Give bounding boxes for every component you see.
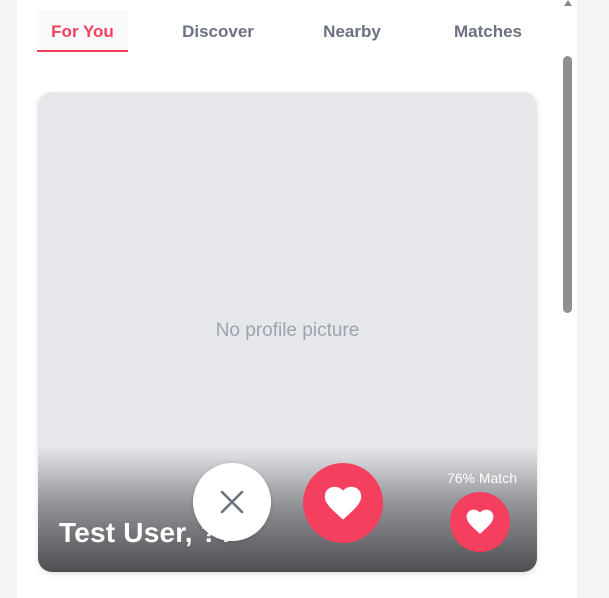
scrollbar-thumb[interactable]: [563, 56, 572, 313]
heart-icon: [324, 486, 362, 520]
like-button[interactable]: [303, 463, 383, 543]
profile-card[interactable]: No profile picture Test User, ?? 76% Mat…: [38, 92, 537, 572]
quick-like-button[interactable]: [450, 492, 510, 552]
tab-for-you[interactable]: For You: [37, 10, 128, 52]
dislike-button[interactable]: [193, 463, 271, 541]
tab-matches[interactable]: Matches: [446, 10, 530, 52]
no-photo-placeholder: No profile picture: [215, 320, 360, 341]
scroll-up-arrow-icon[interactable]: [564, 0, 572, 6]
match-percentage: 76% Match: [446, 470, 517, 486]
tab-discover[interactable]: Discover: [177, 10, 259, 52]
main-panel: For You Discover Nearby Matches No profi…: [17, 0, 577, 598]
close-icon: [220, 490, 244, 514]
heart-icon: [466, 509, 494, 534]
tab-nearby[interactable]: Nearby: [316, 10, 388, 52]
tab-bar: For You Discover Nearby Matches: [37, 10, 551, 52]
